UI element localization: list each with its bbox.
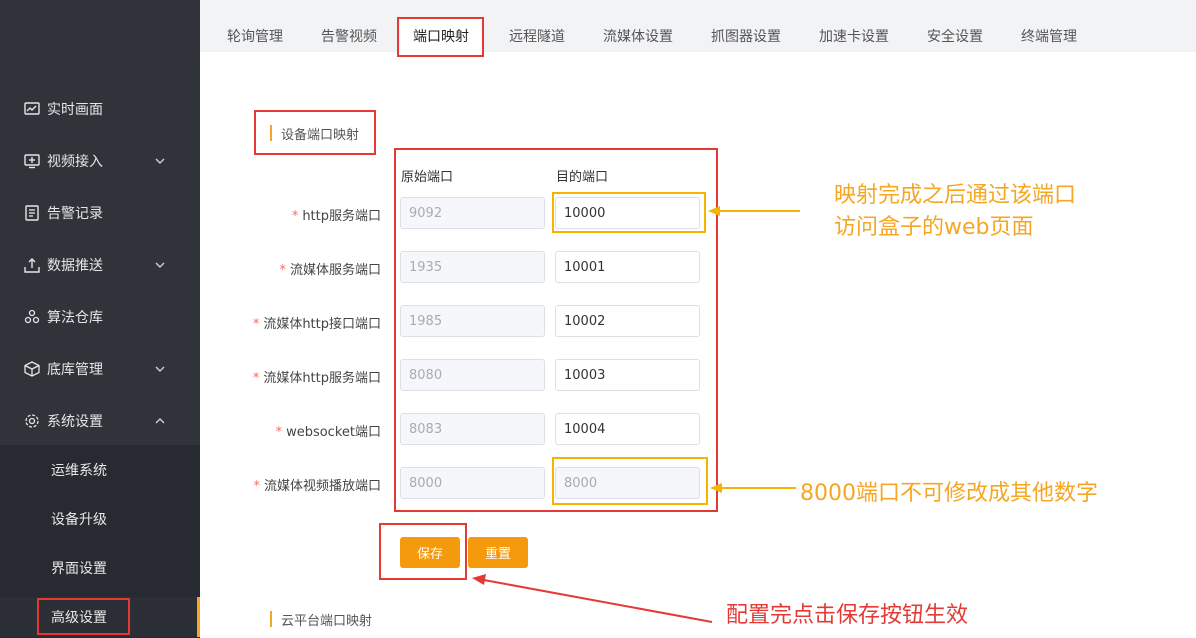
row-label-text: 流媒体http接口端口 [263, 317, 381, 332]
save-button[interactable]: 保存 [400, 537, 460, 568]
required-mark: * [252, 317, 260, 332]
sidebar-item-realtime[interactable]: 实时画面 [0, 89, 200, 129]
tab-polling[interactable]: 轮询管理 [216, 19, 294, 52]
annotation-note-web-access-line2: 访问盒子的web页面 [834, 215, 1034, 240]
tab-label: 端口映射 [413, 28, 469, 45]
source-port-input-http [400, 197, 545, 229]
video-screen-icon [23, 152, 41, 170]
row-label-text: websocket端口 [286, 425, 381, 440]
tab-label: 安全设置 [927, 28, 983, 45]
annotation-note-save: 配置完点击保存按钮生效 [726, 603, 969, 628]
sidebar-item-label: 算法仓库 [47, 310, 103, 326]
tab-label: 终端管理 [1021, 28, 1077, 45]
sidebar-item-alarm-records[interactable]: 告警记录 [0, 193, 200, 233]
tab-alarm-video[interactable]: 告警视频 [310, 19, 388, 52]
target-port-input-streaming-http-api[interactable] [555, 305, 700, 337]
sidebar-item-video-access[interactable]: 视频接入 [0, 141, 200, 181]
target-port-input-streaming-http-service[interactable] [555, 359, 700, 391]
sidebar-item-algorithm-store[interactable]: 算法仓库 [0, 297, 200, 337]
chevron-up-icon [154, 415, 166, 427]
sidebar-item-label: 底库管理 [47, 362, 103, 378]
annotation-note-8000-fixed: 8000端口不可修改成其他数字 [800, 481, 1098, 506]
upload-tray-icon [23, 256, 41, 274]
reset-button[interactable]: 重置 [468, 537, 528, 568]
submenu-label: 运维系统 [51, 463, 107, 479]
tab-remote-tunnel[interactable]: 远程隧道 [498, 19, 576, 52]
sidebar-item-label: 告警记录 [47, 206, 103, 222]
submenu-label: 高级设置 [51, 610, 107, 626]
chart-monitor-icon [23, 100, 41, 118]
submenu-item-advanced[interactable]: 高级设置 [0, 597, 200, 637]
row-label-http: * http服务端口 [181, 205, 381, 224]
cluster-icon [23, 308, 41, 326]
tab-port-mapping[interactable]: 端口映射 [400, 19, 482, 52]
sidebar-item-label: 实时画面 [47, 102, 103, 118]
source-port-input-streaming-http-api [400, 305, 545, 337]
source-port-input-streaming-playback [400, 467, 545, 499]
sidebar-item-data-push[interactable]: 数据推送 [0, 245, 200, 285]
tab-label: 流媒体设置 [603, 28, 673, 45]
submenu-label: 界面设置 [51, 561, 107, 577]
target-port-input-http[interactable] [555, 197, 700, 229]
column-header-target: 目的端口 [556, 170, 609, 185]
tab-label: 轮询管理 [227, 28, 283, 45]
target-port-input-streaming-playback [555, 467, 700, 499]
row-label-websocket: * websocket端口 [181, 421, 381, 440]
tab-security-settings[interactable]: 安全设置 [916, 19, 994, 52]
submenu-label: 设备升级 [51, 512, 107, 528]
column-header-source: 原始端口 [401, 170, 454, 185]
chevron-down-icon [154, 363, 166, 375]
chevron-down-icon [154, 259, 166, 271]
app-root: 实时画面 视频接入 告警记录 数据推送 算法仓库 底库管理 系统设置 运维系统 … [0, 0, 1196, 638]
row-label-streaming-playback: * 流媒体视频播放端口 [181, 475, 381, 494]
sidebar-item-label: 数据推送 [47, 258, 103, 274]
gear-icon [23, 412, 41, 430]
sidebar-item-system-settings[interactable]: 系统设置 [0, 401, 200, 441]
source-port-input-streaming-service [400, 251, 545, 283]
annotation-note-web-access-line1: 映射完成之后通过该端口 [834, 183, 1077, 208]
tab-accelerator-settings[interactable]: 加速卡设置 [808, 19, 900, 52]
submenu-item-ops[interactable]: 运维系统 [0, 450, 200, 490]
tab-capture-settings[interactable]: 抓图器设置 [700, 19, 792, 52]
sidebar-item-gallery[interactable]: 底库管理 [0, 349, 200, 389]
row-label-text: 流媒体视频播放端口 [263, 479, 381, 494]
cube-icon [23, 360, 41, 378]
sidebar-item-label: 视频接入 [47, 154, 103, 170]
row-label-streaming-service: * 流媒体服务端口 [181, 259, 381, 278]
sidebar-item-label: 系统设置 [47, 414, 103, 430]
tab-label: 加速卡设置 [819, 28, 889, 45]
required-mark: * [252, 371, 260, 386]
tab-label: 抓图器设置 [711, 28, 781, 45]
source-port-input-streaming-http-service [400, 359, 545, 391]
source-port-input-websocket [400, 413, 545, 445]
tab-label: 远程隧道 [509, 28, 565, 45]
row-label-text: 流媒体http服务端口 [263, 371, 381, 386]
row-label-streaming-http-api: * 流媒体http接口端口 [181, 313, 381, 332]
row-label-text: 流媒体服务端口 [289, 263, 381, 278]
submenu-item-upgrade[interactable]: 设备升级 [0, 499, 200, 539]
submenu-item-ui-settings[interactable]: 界面设置 [0, 548, 200, 588]
tab-streaming-settings[interactable]: 流媒体设置 [592, 19, 684, 52]
chevron-down-icon [154, 155, 166, 167]
required-mark: * [291, 209, 299, 224]
section-title-cloud-port-mapping: 云平台端口映射 [270, 610, 372, 629]
required-mark: * [279, 263, 286, 278]
target-port-input-websocket[interactable] [555, 413, 700, 445]
required-mark: * [253, 479, 260, 494]
tab-terminal-management[interactable]: 终端管理 [1010, 19, 1088, 52]
tab-label: 告警视频 [321, 28, 377, 45]
target-port-input-streaming-service[interactable] [555, 251, 700, 283]
section-title-device-port-mapping: 设备端口映射 [270, 124, 359, 143]
sidebar: 实时画面 视频接入 告警记录 数据推送 算法仓库 底库管理 系统设置 运维系统 … [0, 0, 200, 638]
row-label-text: http服务端口 [302, 209, 381, 224]
required-mark: * [275, 425, 283, 440]
document-list-icon [23, 204, 41, 222]
row-label-streaming-http-service: * 流媒体http服务端口 [181, 367, 381, 386]
